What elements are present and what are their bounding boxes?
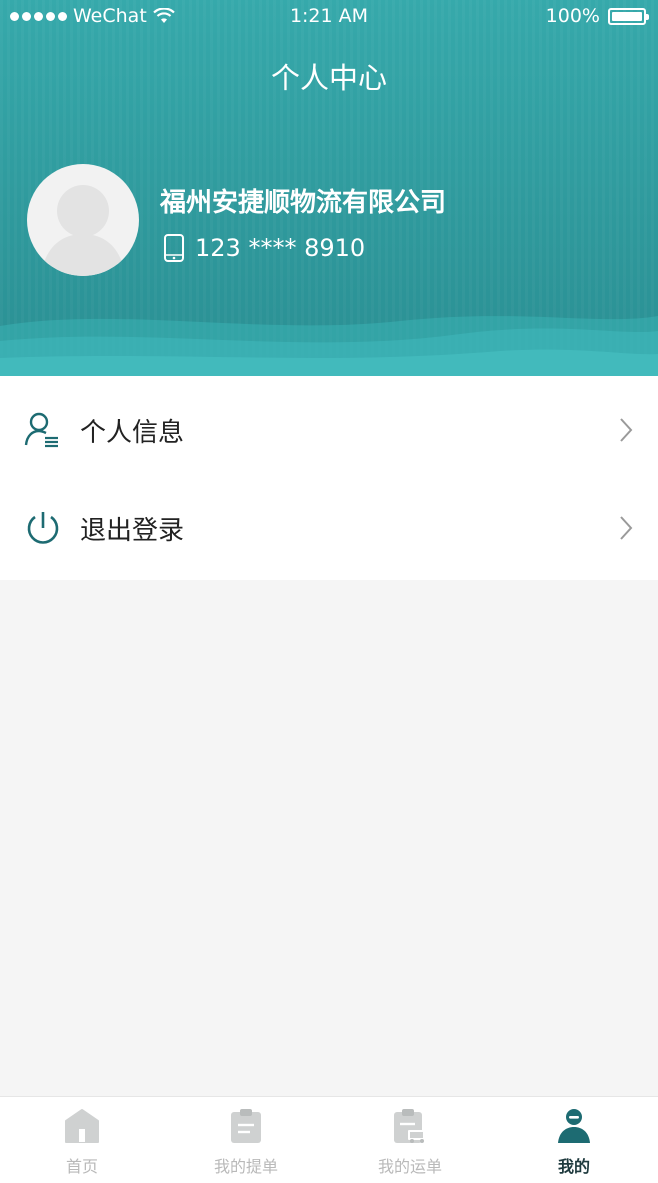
- clipboard-truck-icon: [394, 1109, 425, 1143]
- app-root: WeChat 1:21 AM 100% 个人中心 福州安捷顺物流有限公司 123…: [0, 0, 658, 1183]
- tab-label: 我的: [557, 1157, 590, 1176]
- status-bar: WeChat 1:21 AM 100%: [0, 0, 658, 34]
- chevron-right-icon: [620, 418, 633, 442]
- phone-icon: [164, 234, 184, 262]
- menu-list: 个人信息 退出登录: [0, 376, 658, 580]
- tab-bar: 首页 我的提单 我的运单 我的: [0, 1096, 658, 1183]
- chevron-right-icon: [620, 516, 633, 540]
- tab-mine[interactable]: 我的: [492, 1097, 656, 1183]
- company-name: 福州安捷顺物流有限公司: [160, 188, 447, 218]
- battery-percent: 100%: [545, 5, 600, 27]
- avatar[interactable]: [27, 164, 139, 276]
- tab-my-waybills[interactable]: 我的运单: [328, 1097, 492, 1183]
- tab-label: 首页: [65, 1157, 98, 1176]
- person-icon: [558, 1109, 590, 1143]
- home-icon: [65, 1109, 99, 1143]
- phone-row: 123 **** 8910: [163, 233, 365, 263]
- tab-label: 我的运单: [377, 1157, 442, 1176]
- menu-item-logout[interactable]: 退出登录: [0, 478, 658, 578]
- user-list-icon: [24, 412, 58, 448]
- menu-item-personal-info[interactable]: 个人信息: [0, 380, 658, 480]
- profile-header: WeChat 1:21 AM 100% 个人中心 福州安捷顺物流有限公司 123…: [0, 0, 658, 376]
- avatar-placeholder-icon: [41, 185, 125, 276]
- menu-item-label: 退出登录: [80, 515, 185, 546]
- battery-icon: [608, 7, 649, 25]
- tab-my-bills[interactable]: 我的提单: [164, 1097, 328, 1183]
- header-waves: [0, 316, 658, 376]
- page-title: 个人中心: [270, 61, 387, 95]
- status-right: 100%: [545, 5, 649, 27]
- clipboard-icon: [231, 1109, 261, 1143]
- tab-label: 我的提单: [213, 1157, 278, 1176]
- power-icon: [27, 512, 59, 544]
- phone-number: 123 **** 8910: [195, 234, 366, 262]
- tab-home[interactable]: 首页: [0, 1097, 164, 1183]
- menu-item-label: 个人信息: [80, 417, 185, 448]
